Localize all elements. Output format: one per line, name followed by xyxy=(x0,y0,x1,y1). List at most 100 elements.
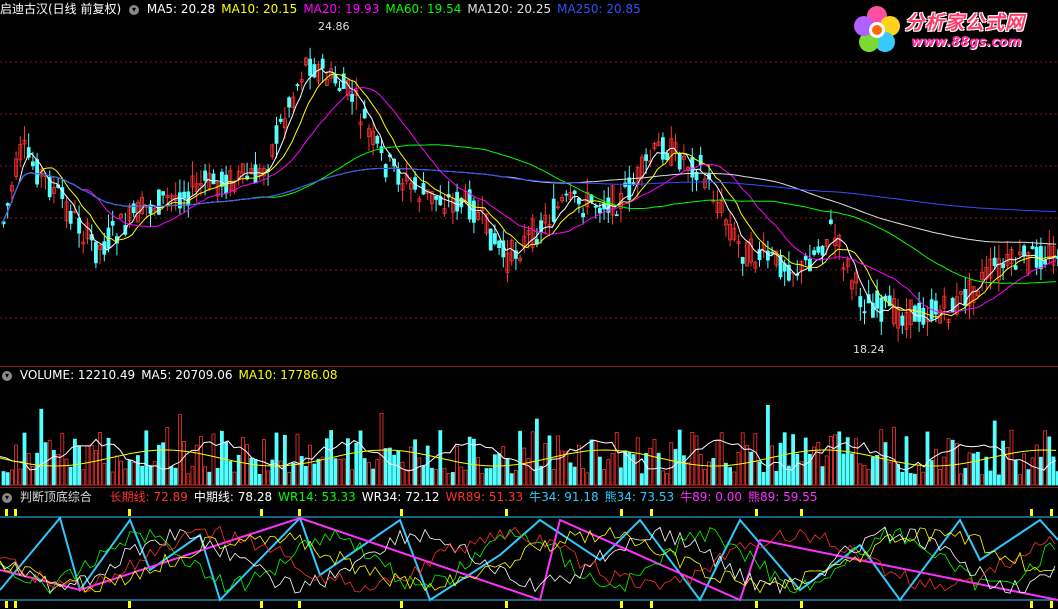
volume-bar xyxy=(119,460,123,486)
volume-bar xyxy=(1034,444,1039,486)
volume-bar xyxy=(690,432,695,486)
candle-body xyxy=(572,190,577,195)
volume-bar xyxy=(652,439,657,486)
candle-body xyxy=(1030,246,1035,250)
volume-bar xyxy=(98,431,102,486)
volume-bar xyxy=(761,471,766,486)
signal-marker-bottom xyxy=(1030,601,1033,608)
candle-body xyxy=(320,58,325,69)
volume-bar xyxy=(77,445,81,486)
volume-bar xyxy=(560,450,564,486)
volume-bar xyxy=(976,451,980,486)
volume-bar xyxy=(366,462,371,486)
volume-bar xyxy=(535,418,539,486)
signal-marker-top xyxy=(755,509,758,516)
volume-bar xyxy=(1018,474,1022,486)
volume-bar xyxy=(476,457,481,486)
candle-body xyxy=(131,203,136,214)
volume-bar xyxy=(127,460,132,486)
volume-bar xyxy=(1001,440,1005,486)
volume-bar xyxy=(644,453,648,486)
volume-bar xyxy=(446,472,451,486)
volume-bar xyxy=(665,473,669,486)
candle-body xyxy=(35,159,39,185)
volume-bar xyxy=(942,456,947,486)
volume-bar xyxy=(274,432,279,486)
stock-chart[interactable] xyxy=(0,0,1058,609)
candle-body xyxy=(862,311,867,314)
candle-body xyxy=(1039,246,1043,269)
volume-bar xyxy=(173,467,178,486)
volume-bar xyxy=(1009,429,1014,486)
volume-bar xyxy=(488,468,493,486)
volume-bar xyxy=(215,467,220,486)
candle-body xyxy=(383,164,388,178)
volume-bar xyxy=(115,455,119,486)
volume-bar xyxy=(589,439,594,486)
candle-body xyxy=(816,246,821,253)
volume-bar xyxy=(425,445,430,486)
volume-bar xyxy=(316,458,321,486)
volume-bar xyxy=(820,466,825,486)
candle-body xyxy=(900,315,905,326)
candle-body xyxy=(94,241,98,264)
volume-bar xyxy=(782,432,787,486)
signal-marker-bottom xyxy=(260,601,263,608)
candle-body xyxy=(551,198,556,222)
volume-bar xyxy=(572,466,577,486)
candle-body xyxy=(808,258,812,272)
volume-bar xyxy=(194,444,199,486)
volume-bar xyxy=(177,414,182,486)
volume-bar xyxy=(165,427,170,486)
volume-bar xyxy=(871,456,875,486)
volume-bar xyxy=(392,454,397,486)
volume-bar xyxy=(39,408,44,486)
volume-bar xyxy=(505,459,510,486)
candle-body xyxy=(379,146,384,154)
volume-bar xyxy=(614,432,619,486)
volume-bar xyxy=(64,458,69,486)
candle-body xyxy=(1001,263,1005,269)
volume-bar xyxy=(312,463,317,486)
candle-body xyxy=(488,228,493,251)
candle-body xyxy=(30,161,35,167)
volume-bar xyxy=(198,436,203,486)
volume-bar xyxy=(585,472,590,486)
volume-bar xyxy=(434,468,439,486)
volume-bar xyxy=(413,439,418,486)
signal-marker-bottom xyxy=(5,601,8,608)
volume-bar xyxy=(110,471,115,486)
volume-bar xyxy=(362,458,367,486)
signal-marker-bottom xyxy=(505,601,508,608)
candle-body xyxy=(1043,259,1047,265)
volume-bar xyxy=(577,444,581,486)
volume-bar xyxy=(858,463,863,486)
candle-body xyxy=(740,257,745,264)
volume-bar xyxy=(1043,430,1047,486)
volume-bar xyxy=(770,445,774,486)
bull-bear-34-line xyxy=(0,515,1058,602)
volume-bar xyxy=(60,433,65,486)
volume-bar xyxy=(333,458,338,486)
volume-bar xyxy=(287,471,292,486)
volume-bar xyxy=(774,470,779,486)
volume-bar xyxy=(203,466,208,486)
volume-bar xyxy=(925,431,930,486)
volume-bar xyxy=(610,453,615,486)
candle-body xyxy=(5,203,10,206)
volume-bar xyxy=(568,462,573,486)
volume-bar xyxy=(1030,457,1035,486)
candle-body xyxy=(253,164,258,184)
candle-body xyxy=(875,290,879,309)
candle-body xyxy=(917,302,921,322)
volume-bar xyxy=(753,433,758,486)
candle-body xyxy=(308,58,313,76)
volume-bar xyxy=(829,436,833,486)
volume-bar xyxy=(875,455,879,486)
signal-marker-top xyxy=(800,509,803,516)
volume-bar xyxy=(135,455,140,486)
candle-body xyxy=(812,250,816,255)
volume-bar xyxy=(354,443,359,486)
candle-body xyxy=(677,153,682,170)
volume-bar xyxy=(291,462,296,486)
